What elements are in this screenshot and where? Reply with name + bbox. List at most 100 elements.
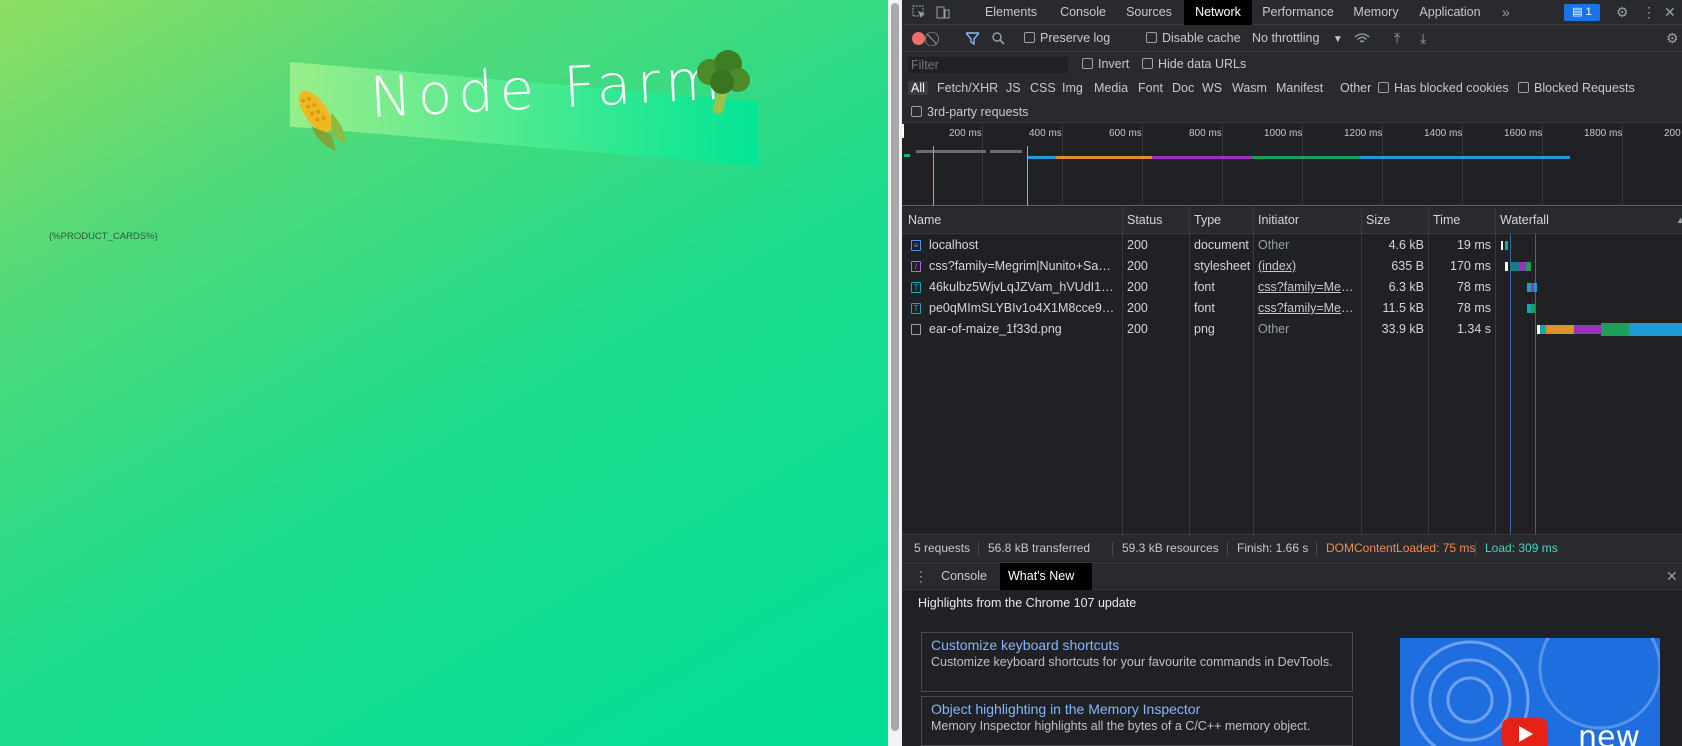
filter-type-fetch-xhr[interactable]: Fetch/XHR (937, 81, 998, 95)
font-file-icon: T (911, 303, 921, 314)
invert-checkbox[interactable]: Invert (1082, 57, 1129, 71)
filter-type-js[interactable]: JS (1006, 81, 1021, 95)
waterfall-bar (1510, 262, 1520, 271)
column-header-waterfall[interactable]: Waterfall (1500, 207, 1549, 234)
grid-line (982, 124, 983, 206)
close-drawer-icon[interactable]: ✕ (1666, 563, 1678, 590)
tab-network[interactable]: Network (1184, 0, 1252, 25)
feature-card-title[interactable]: Customize keyboard shortcuts (931, 637, 1343, 653)
timeline-bar (1152, 156, 1252, 159)
checkbox-box[interactable] (1024, 32, 1035, 43)
column-header-size[interactable]: Size (1366, 207, 1390, 234)
checkbox-box[interactable] (1518, 82, 1529, 93)
promo-text: new (1578, 720, 1641, 746)
device-toolbar-icon[interactable] (936, 0, 950, 24)
checkbox-box[interactable] (1142, 58, 1153, 69)
network-overview-timeline[interactable]: 200 ms 400 ms 600 ms 800 ms 1000 ms 1200… (902, 124, 1682, 206)
filter-type-other[interactable]: Other (1340, 81, 1371, 95)
filter-type-doc[interactable]: Doc (1172, 81, 1194, 95)
request-name: css?family=Megrim|Nunito+Sans... (929, 259, 1117, 273)
column-header-type[interactable]: Type (1194, 207, 1221, 234)
filter-type-ws[interactable]: WS (1202, 81, 1222, 95)
request-initiator[interactable]: css?family=Meg... (1258, 277, 1358, 298)
drawer-menu-icon[interactable]: ⋮ (914, 563, 928, 590)
column-header-status[interactable]: Status (1127, 207, 1162, 234)
request-size: 33.9 kB (1381, 322, 1424, 336)
request-time: 78 ms (1456, 301, 1491, 315)
inspect-element-icon[interactable] (912, 0, 926, 24)
feature-card[interactable]: Object highlighting in the Memory Inspec… (921, 696, 1353, 746)
filter-type-font[interactable]: Font (1138, 81, 1163, 95)
more-tabs-icon[interactable]: » (1502, 0, 1510, 24)
column-header-name[interactable]: Name (908, 207, 941, 234)
network-conditions-icon[interactable] (1354, 25, 1370, 52)
timeline-bar (1056, 156, 1152, 159)
drawer-tab-bar: ⋮ Console What's New ✕ ✕ (902, 562, 1682, 610)
table-row[interactable]: T 46kulbz5WjvLqJZVam_hVUdI1w... 200 font… (902, 277, 1682, 298)
third-party-checkbox[interactable]: 3rd-party requests (911, 105, 1028, 119)
record-button[interactable] (912, 32, 925, 45)
tab-performance[interactable]: Performance (1252, 0, 1344, 25)
more-options-icon[interactable]: ⋮ (1642, 0, 1656, 24)
tab-memory[interactable]: Memory (1344, 0, 1408, 25)
column-header-time[interactable]: Time (1433, 207, 1460, 234)
settings-gear-icon[interactable]: ⚙ (1616, 0, 1629, 24)
play-button[interactable] (1502, 718, 1548, 746)
request-time: 170 ms (1450, 259, 1491, 273)
grid-line (1222, 124, 1223, 206)
request-initiator[interactable]: (index) (1258, 256, 1358, 277)
tab-sources[interactable]: Sources (1116, 0, 1182, 25)
filter-type-manifest[interactable]: Manifest (1276, 81, 1323, 95)
promo-video-thumbnail[interactable]: new (1400, 638, 1660, 746)
tab-console[interactable]: Console (1050, 0, 1116, 25)
drawer-tab-console[interactable]: Console (932, 563, 996, 590)
timeline-tick: 1400 ms (1424, 128, 1463, 139)
drawer-tab-whats-new[interactable]: What's New ✕ (1000, 563, 1092, 610)
filter-type-img[interactable]: Img (1062, 81, 1083, 95)
preserve-log-checkbox[interactable]: Preserve log (1024, 25, 1110, 52)
search-icon[interactable] (992, 25, 1005, 52)
table-row[interactable]: T pe0qMImSLYBIv1o4X1M8cce9I9... 200 font… (902, 298, 1682, 319)
filter-type-media[interactable]: Media (1094, 81, 1128, 95)
request-type: png (1194, 322, 1215, 336)
disable-cache-checkbox[interactable]: Disable cache (1146, 25, 1241, 52)
request-initiator[interactable]: css?family=Meg... (1258, 298, 1358, 319)
checkbox-box[interactable] (1146, 32, 1157, 43)
request-time: 1.34 s (1456, 322, 1491, 336)
export-har-icon[interactable]: ⤓ (1420, 25, 1426, 52)
scrollbar-thumb[interactable] (891, 3, 899, 731)
feature-card-title[interactable]: Object highlighting in the Memory Inspec… (931, 701, 1343, 717)
filter-type-css[interactable]: CSS (1030, 81, 1056, 95)
checkbox-box[interactable] (1082, 58, 1093, 69)
blocked-requests-checkbox[interactable]: Blocked Requests (1518, 81, 1635, 95)
hide-data-urls-checkbox[interactable]: Hide data URLs (1142, 57, 1246, 71)
network-settings-icon[interactable]: ⚙ (1666, 25, 1679, 52)
filter-type-all[interactable]: All (908, 81, 928, 95)
chevron-down-icon: ▼ (1332, 34, 1343, 45)
summary-transferred: 56.8 kB transferred (988, 541, 1091, 555)
feature-card[interactable]: Customize keyboard shortcuts Customize k… (921, 632, 1353, 692)
throttling-select[interactable]: No throttling ▼ (1252, 25, 1343, 53)
feature-card-description: Memory Inspector highlights all the byte… (931, 719, 1311, 733)
column-header-initiator[interactable]: Initiator (1258, 207, 1299, 234)
checkbox-box[interactable] (1378, 82, 1389, 93)
filter-input[interactable] (908, 57, 1068, 73)
import-har-icon[interactable]: ⤒ (1394, 25, 1400, 52)
filter-icon[interactable] (964, 25, 981, 52)
waterfall-bar (1534, 283, 1537, 292)
has-blocked-cookies-checkbox[interactable]: Has blocked cookies (1378, 81, 1509, 95)
timeline-tick: 1000 ms (1264, 128, 1303, 139)
table-row[interactable]: ear-of-maize_1f33d.png 200 png Other 33.… (902, 319, 1682, 340)
table-row[interactable]: ≡ localhost 200 document Other 4.6 kB 19… (902, 235, 1682, 256)
close-devtools-icon[interactable]: ✕ (1664, 0, 1676, 24)
request-status: 200 (1127, 259, 1148, 273)
timeline-tick: 800 ms (1189, 128, 1222, 139)
tab-elements[interactable]: Elements (972, 0, 1050, 25)
page-scrollbar[interactable] (888, 0, 902, 746)
tab-application[interactable]: Application (1408, 0, 1492, 25)
issues-badge[interactable]: ▤ 1 (1564, 4, 1600, 21)
table-row[interactable]: / css?family=Megrim|Nunito+Sans... 200 s… (902, 256, 1682, 277)
checkbox-box[interactable] (911, 106, 922, 117)
filter-type-wasm[interactable]: Wasm (1232, 81, 1267, 95)
whats-new-panel: Highlights from the Chrome 107 update Cu… (902, 590, 1682, 746)
